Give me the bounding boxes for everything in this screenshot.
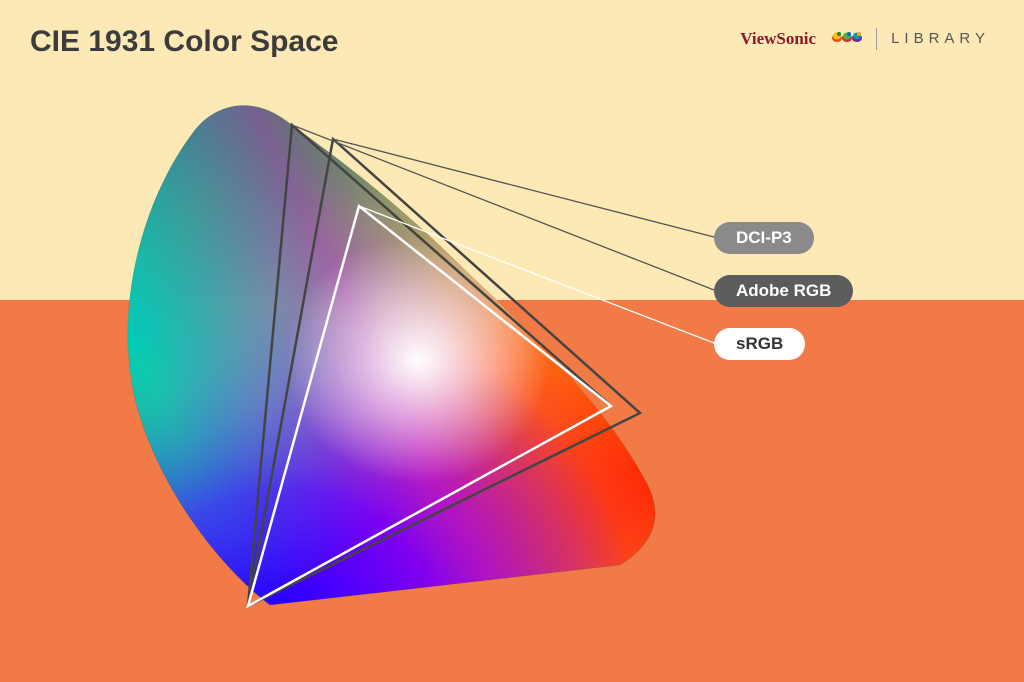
label-adobergb: Adobe RGB xyxy=(714,275,853,307)
label-dcip3: DCI-P3 xyxy=(714,222,814,254)
label-srgb: sRGB xyxy=(714,328,805,360)
cie-chromaticity-diagram xyxy=(0,0,1024,682)
spectral-locus-fill xyxy=(100,80,700,640)
